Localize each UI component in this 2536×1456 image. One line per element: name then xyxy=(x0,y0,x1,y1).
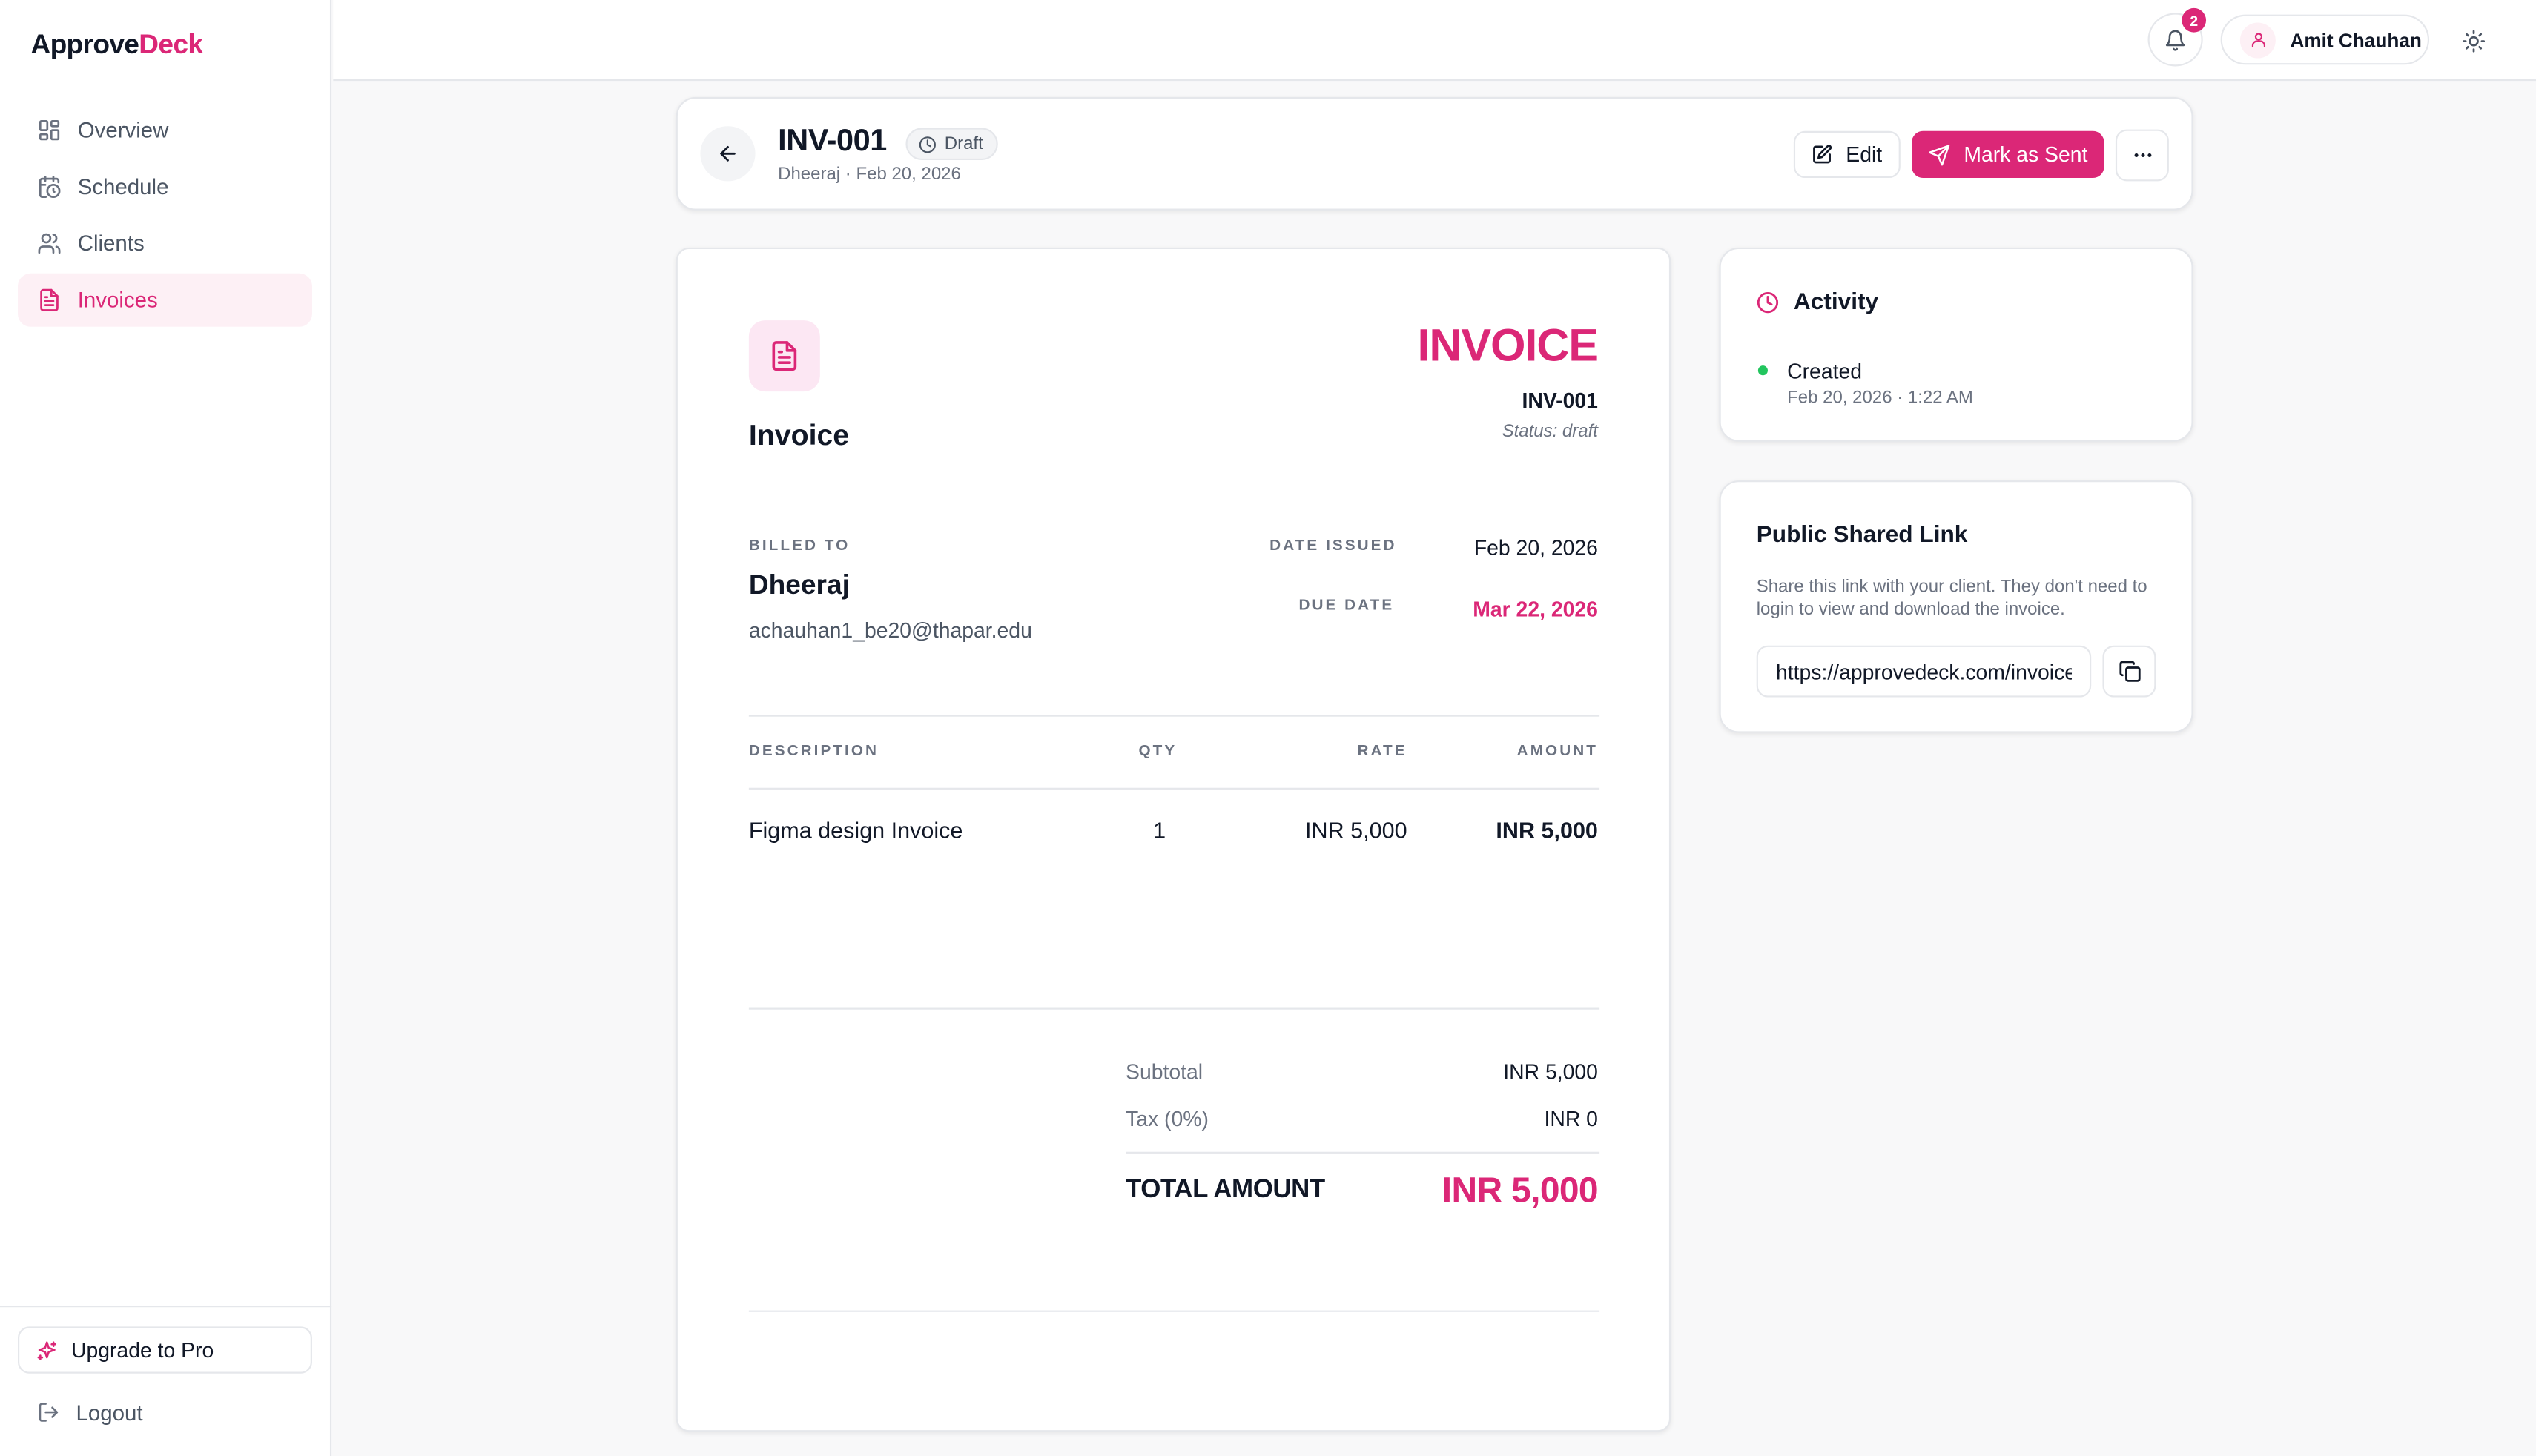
share-description: Share this link with your client. They d… xyxy=(1756,578,2147,621)
sidebar-item-label: Schedule xyxy=(77,174,169,199)
bell-icon xyxy=(2165,29,2185,50)
total-amount-value: INR 5,000 xyxy=(1442,1169,1599,1211)
item-description: Figma design Invoice xyxy=(748,817,963,843)
column-header-rate: RATE xyxy=(1357,742,1407,761)
send-icon xyxy=(1929,144,1950,165)
grid-icon xyxy=(39,120,60,141)
upgrade-to-pro-button[interactable]: Upgrade to Pro xyxy=(17,1326,312,1374)
mark-as-sent-label: Mark as Sent xyxy=(1964,142,2088,167)
edit-icon xyxy=(1813,145,1832,164)
divider xyxy=(748,1007,1600,1010)
client-email: achauhan1_be20@thapar.edu xyxy=(748,618,1032,643)
activity-event-time: Feb 20, 2026 · 1:22 AM xyxy=(1787,388,1973,408)
logo-primary: Approve xyxy=(30,29,139,60)
clock-icon xyxy=(1757,291,1779,314)
status-badge-label: Draft xyxy=(944,134,983,154)
invoice-subtitle: Dheeraj · Feb 20, 2026 xyxy=(778,165,961,185)
notification-count-badge: 2 xyxy=(2182,7,2207,33)
calendar-clock-icon xyxy=(39,176,61,199)
divider xyxy=(1126,1151,1600,1154)
sidebar-item-schedule[interactable]: Schedule xyxy=(18,160,312,214)
invoice-heading: INVOICE xyxy=(1417,320,1599,371)
notifications-button[interactable]: 2 xyxy=(2147,7,2207,67)
subtotal-value: INR 5,000 xyxy=(1503,1059,1598,1085)
date-issued-label: DATE ISSUED xyxy=(1269,537,1397,555)
item-qty: 1 xyxy=(1153,817,1166,843)
logo-accent: Deck xyxy=(139,29,203,60)
sidebar-item-label: Clients xyxy=(77,231,145,256)
column-header-description: DESCRIPTION xyxy=(748,742,879,761)
sidebar-item-clients[interactable]: Clients xyxy=(18,216,312,270)
user-icon xyxy=(2251,33,2265,47)
topbar: 2 Amit Chauhan xyxy=(333,0,2536,82)
edit-label: Edit xyxy=(1846,142,1883,167)
sidebar-footer: Upgrade to Pro Logout xyxy=(0,1306,332,1456)
sun-icon xyxy=(2461,29,2484,52)
invoice-number: INV-001 xyxy=(1522,388,1598,413)
logout-label: Logout xyxy=(76,1400,143,1425)
logout-icon xyxy=(39,1403,59,1422)
sidebar-nav: Overview Schedule Clients Invoices xyxy=(17,104,312,331)
billed-to-label: BILLED TO xyxy=(748,537,851,555)
avatar xyxy=(2239,21,2276,58)
invoice-status-text: Status: draft xyxy=(1502,422,1598,442)
divider xyxy=(748,787,1600,790)
activity-event-title: Created xyxy=(1787,359,1863,384)
theme-toggle-button[interactable] xyxy=(2455,23,2491,59)
invoice-header-card: INV-001 Draft Dheeraj · Feb 20, 2026 Edi… xyxy=(676,96,2193,211)
subtotal-label: Subtotal xyxy=(1126,1059,1203,1085)
file-text-icon xyxy=(772,341,797,371)
sidebar-item-label: Overview xyxy=(77,118,169,143)
back-button[interactable] xyxy=(700,126,756,182)
public-shared-link-card: Public Shared Link Share this link with … xyxy=(1719,480,2193,733)
more-horizontal-icon xyxy=(2133,153,2151,158)
activity-title: Activity xyxy=(1793,289,1879,316)
sidebar-item-invoices[interactable]: Invoices xyxy=(17,273,312,327)
clock-icon xyxy=(919,136,936,153)
app-logo[interactable]: ApproveDeck xyxy=(30,29,203,62)
file-text-icon xyxy=(40,288,59,311)
activity-header: Activity xyxy=(1757,290,1878,316)
user-menu-button[interactable]: Amit Chauhan xyxy=(2220,14,2430,65)
upgrade-label: Upgrade to Pro xyxy=(70,1337,214,1363)
item-rate: INR 5,000 xyxy=(1305,817,1407,843)
sidebar-item-overview[interactable]: Overview xyxy=(18,104,312,157)
more-options-button[interactable] xyxy=(2115,129,2169,182)
logout-button[interactable]: Logout xyxy=(18,1388,312,1436)
users-icon xyxy=(38,233,61,254)
page-title: INV-001 xyxy=(778,125,887,159)
item-amount: INR 5,000 xyxy=(1496,817,1598,843)
total-amount-label: TOTAL AMOUNT xyxy=(1126,1176,1325,1204)
copy-icon xyxy=(2119,661,2140,682)
arrow-left-icon xyxy=(720,145,736,162)
sparkles-icon xyxy=(37,1340,56,1360)
due-date-value: Mar 22, 2026 xyxy=(1473,597,1598,621)
share-title: Public Shared Link xyxy=(1756,522,1968,549)
column-header-qty: QTY xyxy=(1138,742,1178,761)
tax-label: Tax (0%) xyxy=(1126,1106,1209,1131)
invoice-document: Invoice INVOICE INV-001 Status: draft BI… xyxy=(676,247,1671,1432)
invoice-doc-label: Invoice xyxy=(748,419,850,451)
sidebar-item-label: Invoices xyxy=(77,288,158,313)
column-header-amount: AMOUNT xyxy=(1516,742,1598,761)
status-badge: Draft xyxy=(905,128,998,161)
copy-link-button[interactable] xyxy=(2102,645,2156,698)
user-name: Amit Chauhan xyxy=(2290,28,2422,51)
shared-link-input[interactable] xyxy=(1756,645,2092,698)
mark-as-sent-button[interactable]: Mark as Sent xyxy=(1912,130,2104,179)
divider xyxy=(748,1310,1600,1312)
activity-card: Activity Created Feb 20, 2026 · 1:22 AM xyxy=(1719,247,2193,442)
due-date-label: DUE DATE xyxy=(1298,597,1395,615)
tax-value: INR 0 xyxy=(1544,1106,1598,1131)
divider xyxy=(748,715,1600,717)
edit-button[interactable]: Edit xyxy=(1793,130,1901,179)
app-root: ApproveDeck Overview Schedule Clients In… xyxy=(0,0,2536,1456)
date-issued-value: Feb 20, 2026 xyxy=(1473,535,1598,560)
client-name: Dheeraj xyxy=(748,569,850,600)
sidebar: ApproveDeck Overview Schedule Clients In… xyxy=(0,0,332,1456)
invoice-doc-icon-box xyxy=(748,320,820,392)
status-dot xyxy=(1757,365,1768,376)
